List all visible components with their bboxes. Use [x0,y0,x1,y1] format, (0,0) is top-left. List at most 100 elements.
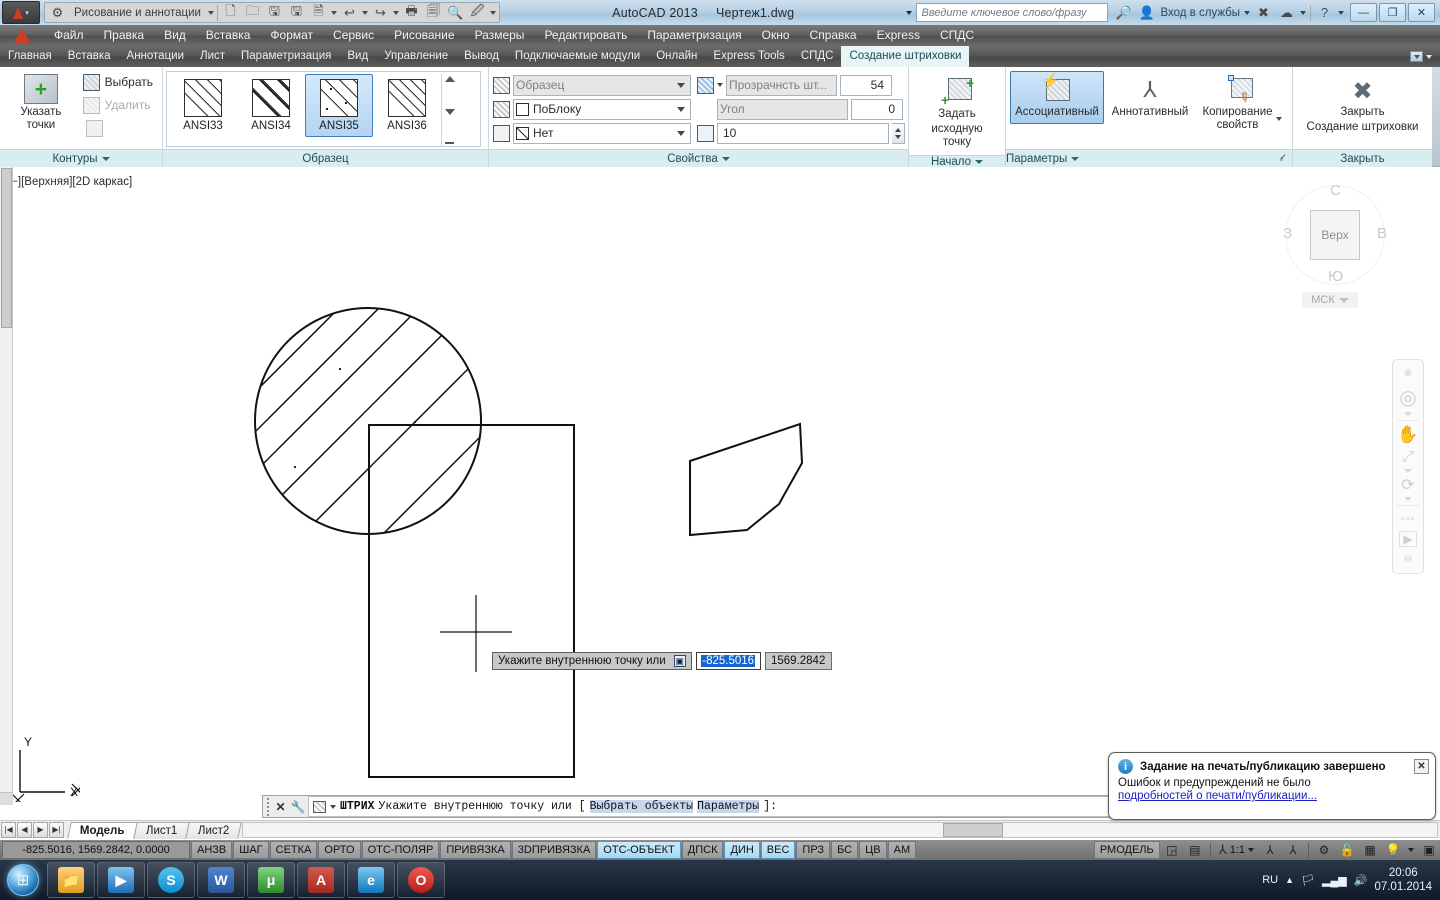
status-toggle-3dosnap[interactable]: 3DПРИВЯЗКА [512,841,597,859]
angle-value-field[interactable]: 0 [851,99,903,120]
menu-item-view[interactable]: Вид [154,25,196,46]
orbit-icon[interactable]: ⟳ [1395,475,1421,495]
layout-viewport-icon[interactable]: ◲ [1161,841,1183,859]
lock-toolbars-icon[interactable]: 🔓 [1336,841,1358,859]
binoculars-search-icon[interactable]: 🔎 [1114,3,1133,22]
qat-customize-icon[interactable]: 🖉 [468,3,487,22]
redo-icon[interactable]: ↪ [371,3,390,22]
status-toggle-polar[interactable]: ОТС-ПОЛЯР [362,841,440,859]
status-menu-chevron-icon[interactable] [1408,848,1414,852]
menu-item-spds[interactable]: СПДС [930,25,984,46]
annotative-button[interactable]: ⅄ Аннотативный [1104,71,1196,124]
ribbon-tab-annotate[interactable]: Аннотации [119,46,192,67]
viewcube-north-label[interactable]: С [1330,182,1341,199]
command-history-chevron-icon[interactable] [330,805,336,809]
search-input[interactable]: Введите ключевое слово/фразу [916,3,1108,22]
signin-chevron-down-icon[interactable] [1244,11,1250,15]
chevron-down-icon[interactable] [1276,117,1282,121]
navbar-close-icon[interactable]: ⊗ [1395,364,1421,384]
drawing-area[interactable]: [−][Верхняя][2D каркас] [0,167,1440,818]
status-toggle-dyn[interactable]: ДИН [724,841,759,859]
tray-flag-icon[interactable]: 🏳 [1301,874,1315,887]
undo-icon[interactable]: ↩ [340,3,359,22]
ribbon-tab-addins[interactable]: Подключаемые модули [507,46,648,67]
menu-item-edit[interactable]: Правка [94,25,155,46]
annotation-visibility-icon[interactable]: ⅄ [1259,841,1281,859]
save-icon[interactable]: 🖫 [265,3,284,22]
status-toggle-transparency[interactable]: ПРЗ [796,841,830,859]
hatch-color-combo[interactable]: ПоБлоку [513,99,691,120]
status-toggle-anzv[interactable]: АНЗВ [191,841,232,859]
ribbon-tab-online[interactable]: Онлайн [648,46,705,67]
clean-screen-icon[interactable]: ▣ [1418,841,1440,859]
viewcube-east-label[interactable]: В [1377,225,1387,242]
scrollbar-thumb[interactable] [1,168,12,328]
ribbon-tab-output[interactable]: Вывод [456,46,507,67]
pattern-ansi36[interactable]: ANSI36 [373,74,441,137]
select-boundary-button[interactable]: Выбрать [78,71,158,93]
coordinate-display[interactable]: -825.5016, 1569.2842, 0.0000 [2,841,190,859]
status-toggle-selcycling[interactable]: ЦВ [859,841,886,859]
dynamic-input-expander-icon[interactable]: ▣ [674,655,686,667]
menu-item-draw[interactable]: Рисование [384,25,464,46]
ribbon-tab-hatch-creation[interactable]: Создание штриховки [841,46,969,67]
gallery-scrollbar[interactable] [441,74,457,146]
status-toggle-grid[interactable]: СЕТКА [270,841,318,859]
zoom-chevron-icon[interactable] [1404,469,1412,473]
hatch-type-combo[interactable]: Образец [513,75,691,96]
navigation-bar[interactable]: ⊗ ◎ ✋ ⤢ ⟳ ▫▫▫ ▶ ⊖ [1392,359,1424,574]
menu-item-help[interactable]: Справка [800,25,867,46]
pattern-ansi31[interactable]: ANSI33 [169,74,237,137]
layout-tab-sheet1[interactable]: Лист1 [133,822,190,839]
pick-points-button[interactable]: + Указать точки [4,69,78,137]
menu-item-insert[interactable]: Вставка [196,25,261,46]
menu-item-format[interactable]: Формат [260,25,323,46]
panel-boundaries-title[interactable]: Контуры [0,149,162,167]
viewcube[interactable]: С З В Ю Верх МСК [1280,180,1390,310]
gallery-expand-icon[interactable] [445,142,454,144]
ribbon-minimize-control[interactable] [1402,46,1440,67]
status-toggle-ducs[interactable]: ДПСК [682,841,724,859]
command-line-input[interactable]: ШТРИХ Укажите внутреннюю точку или [ Выб… [308,796,1188,817]
status-toggle-quickprops[interactable]: БС [831,841,858,859]
dynamic-input-y[interactable]: 1569.2842 [765,652,832,670]
export-icon[interactable]: 🗎 [309,3,328,22]
ribbon-tab-parametric[interactable]: Параметризация [233,46,339,67]
dynamic-input-x[interactable]: -825.5016 [696,652,761,670]
menu-item-express[interactable]: Express [867,25,930,46]
pattern-ansi34[interactable]: ANSI34 [237,74,305,137]
ribbon-tab-insert[interactable]: Вставка [60,46,119,67]
viewcube-top-face[interactable]: Верх [1310,210,1360,260]
status-toggle-lineweight[interactable]: ВЕС [761,841,796,859]
tray-volume-icon[interactable]: 🔊 [1354,874,1368,887]
panel-properties-title[interactable]: Свойства [489,149,908,167]
redo-chevron-down-icon[interactable] [393,11,399,15]
workspace-chevron-down-icon[interactable] [208,11,214,15]
tray-network-icon[interactable]: ▂▄▆ [1322,874,1347,887]
help-chevron-down-icon[interactable] [1338,11,1344,15]
close-hatch-creation-button[interactable]: ✖ Закрыть Создание штриховки [1297,75,1428,139]
search-history-chevron-icon[interactable] [906,11,912,15]
menu-item-parametric[interactable]: Параметризация [637,25,751,46]
workspace-gear-icon[interactable]: ⚙ [1313,841,1335,859]
language-indicator[interactable]: RU [1262,874,1278,886]
pan-hand-icon[interactable]: ✋ [1395,425,1421,445]
status-toggle-ortho[interactable]: ОРТО [318,841,360,859]
command-line-settings-icon[interactable]: 🔧 [289,800,307,814]
menu-item-modify[interactable]: Редактировать [534,25,637,46]
isolate-objects-icon[interactable]: 💡 [1382,841,1404,859]
prev-layout-button[interactable]: ◀ [17,822,32,838]
save-as-icon[interactable]: 🖫 [287,3,306,22]
ribbon-tab-spds[interactable]: СПДС [793,46,842,67]
scrollbar-thumb[interactable] [943,823,1003,837]
export-chevron-down-icon[interactable] [331,11,337,15]
panel-dialog-launcher[interactable]: ⭹ [1280,150,1292,167]
status-toggle-osnap[interactable]: ПРИВЯЗКА [440,841,510,859]
menu-item-dimensions[interactable]: Размеры [465,25,535,46]
navbar-expand-icon[interactable]: ⊖ [1395,549,1421,569]
stepper-up-icon[interactable] [895,128,901,132]
tile-viewports-icon[interactable]: ▤ [1184,841,1206,859]
qat-chevron-down-icon[interactable] [490,11,496,15]
steering-wheel-icon[interactable]: ◎ [1395,386,1421,410]
match-properties-button[interactable]: ✎ Копирование свойств [1196,71,1288,137]
